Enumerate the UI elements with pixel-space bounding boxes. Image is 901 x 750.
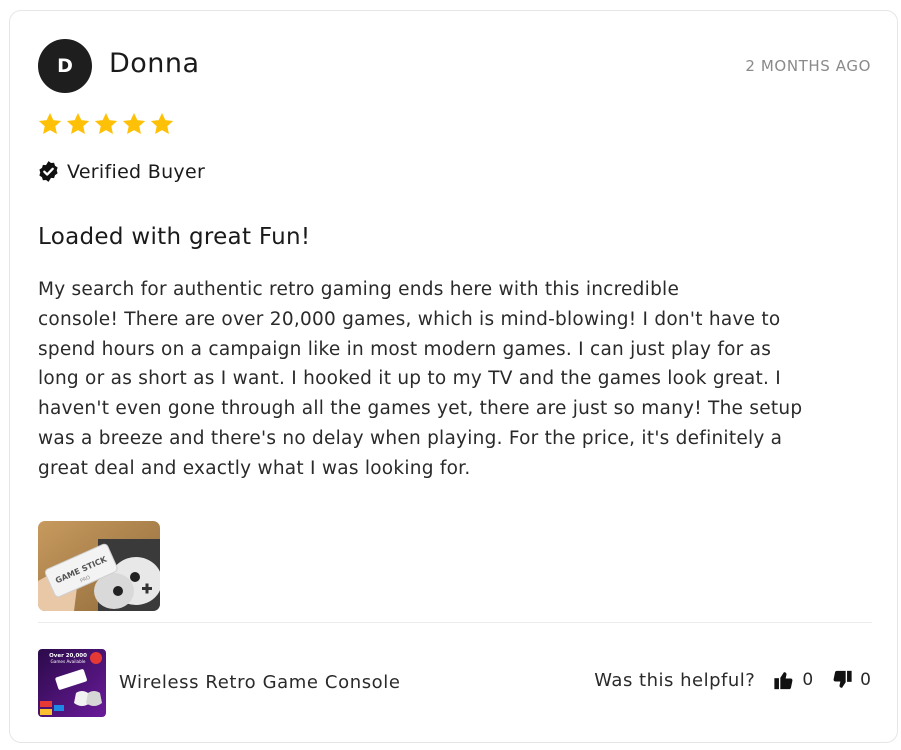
review-body: My search for authentic retro gaming end…	[38, 279, 803, 479]
thumbs-up-icon	[774, 672, 793, 690]
product-thumbnail[interactable]: Over 20,000 Games Available	[38, 649, 106, 717]
thumbs-up-count: 0	[802, 670, 814, 690]
star-icon	[122, 112, 146, 134]
star-icon	[150, 112, 174, 134]
thumbs-down-icon	[833, 670, 852, 688]
avatar-initial: D	[57, 55, 73, 77]
star-icon	[66, 112, 90, 134]
thumbs-down-button[interactable]: 0	[831, 669, 871, 691]
star-icon	[38, 112, 62, 134]
star-icon	[94, 112, 118, 134]
thumbs-down-count: 0	[860, 670, 871, 690]
helpful-section: Was this helpful? 0 0	[594, 669, 871, 691]
reviewer-name: Donna	[109, 48, 200, 79]
verified-buyer-badge: Verified Buyer	[37, 160, 205, 183]
review-date: 2 MONTHS AGO	[745, 57, 871, 75]
product-name[interactable]: Wireless Retro Game Console	[119, 672, 401, 693]
review-photo[interactable]: GAME STICK PRO	[38, 521, 160, 611]
avatar: D	[38, 39, 92, 93]
verified-badge-icon	[39, 161, 58, 182]
product-thumb-subheading: Games Available	[51, 659, 86, 664]
verified-buyer-label: Verified Buyer	[67, 160, 206, 183]
helpful-label: Was this helpful?	[594, 669, 756, 691]
review-title: Loaded with great Fun!	[38, 224, 311, 250]
star-rating	[37, 111, 175, 137]
review-card: D Donna 2 MONTHS AGO Verified Buyer Load…	[9, 10, 898, 743]
thumbs-up-button[interactable]: 0	[773, 669, 813, 691]
divider	[38, 622, 872, 623]
